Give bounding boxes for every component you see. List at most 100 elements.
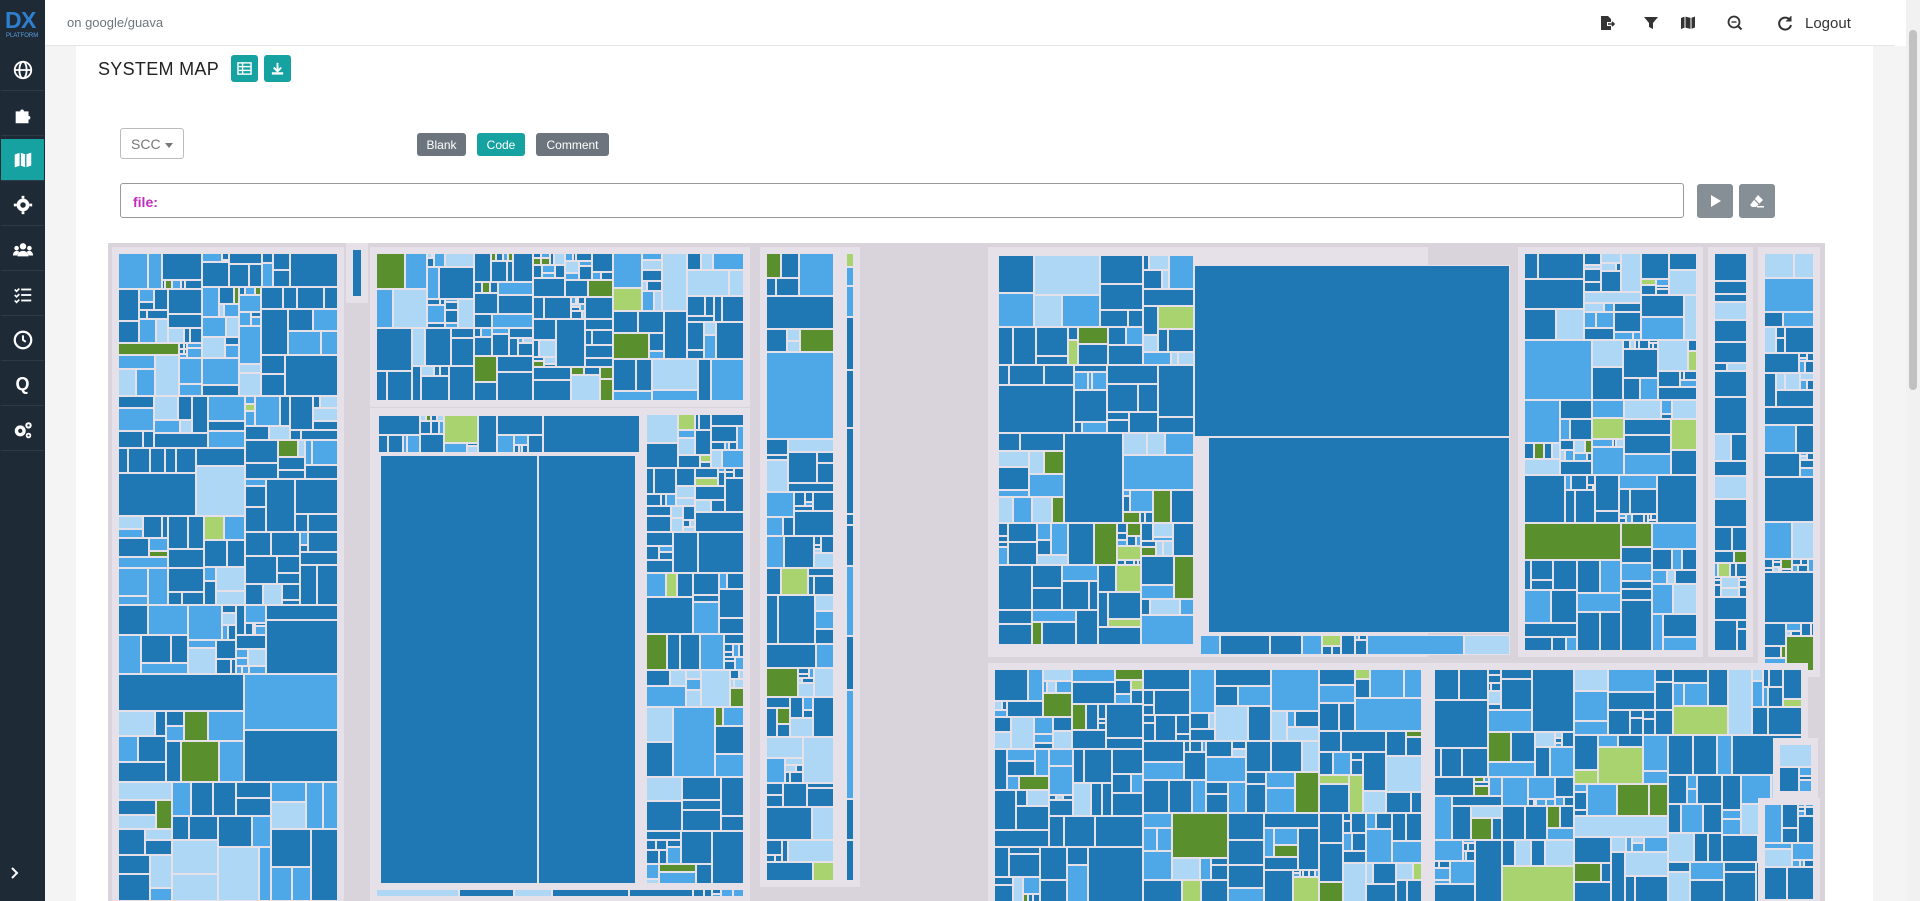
- treemap-file-cell[interactable]: [262, 253, 273, 263]
- treemap-file-cell[interactable]: [1211, 858, 1228, 865]
- treemap-file-cell[interactable]: [528, 435, 543, 453]
- sidebar-item-puzzle[interactable]: [1, 94, 44, 136]
- treemap-file-cell[interactable]: [638, 311, 664, 333]
- treemap-file-cell[interactable]: [282, 584, 300, 600]
- treemap-file-cell[interactable]: [118, 782, 172, 800]
- treemap-file-cell[interactable]: [1721, 577, 1739, 588]
- treemap-file-cell[interactable]: [118, 874, 150, 901]
- treemap-file-cell[interactable]: [1475, 840, 1502, 901]
- treemap-file-cell[interactable]: [1652, 549, 1672, 570]
- treemap-file-cell[interactable]: [118, 289, 139, 321]
- treemap-file-cell[interactable]: [646, 840, 656, 850]
- treemap-file-cell[interactable]: [814, 553, 834, 568]
- sidebar-item-map[interactable]: [1, 139, 44, 181]
- treemap-file-cell[interactable]: [222, 613, 236, 625]
- treemap-file-cell[interactable]: [1655, 669, 1673, 682]
- treemap-file-cell[interactable]: [1598, 747, 1643, 784]
- treemap-file-cell[interactable]: [1108, 592, 1141, 619]
- treemap-file-cell[interactable]: [1319, 784, 1349, 813]
- treemap-file-cell[interactable]: [1619, 475, 1657, 489]
- treemap-file-cell[interactable]: [224, 304, 239, 317]
- treemap-file-cell[interactable]: [1668, 872, 1690, 901]
- treemap-file-cell[interactable]: [1396, 863, 1413, 880]
- treemap-file-cell[interactable]: [613, 359, 636, 391]
- treemap-file-cell[interactable]: [1322, 646, 1332, 655]
- treemap-file-cell[interactable]: [735, 657, 744, 670]
- treemap-file-cell[interactable]: [1785, 327, 1814, 353]
- treemap-file-cell[interactable]: [1319, 669, 1355, 685]
- treemap-file-cell[interactable]: [1351, 813, 1366, 833]
- treemap-file-cell[interactable]: [766, 253, 781, 278]
- treemap-file-cell[interactable]: [249, 264, 262, 287]
- treemap-file-cell[interactable]: [1776, 390, 1814, 407]
- treemap-file-cell[interactable]: [1811, 623, 1814, 636]
- treemap-file-cell[interactable]: [1547, 828, 1574, 840]
- treemap-file-cell[interactable]: [1722, 835, 1758, 862]
- treemap-file-cell[interactable]: [1577, 560, 1600, 593]
- treemap-file-cell[interactable]: [1652, 584, 1673, 614]
- treemap-file-cell[interactable]: [1074, 365, 1107, 372]
- treemap-file-cell[interactable]: [273, 270, 290, 287]
- treemap-file-cell[interactable]: [420, 434, 444, 453]
- treemap-file-cell[interactable]: [1562, 732, 1574, 747]
- treemap-file-cell[interactable]: [1524, 590, 1551, 623]
- treemap-file-cell[interactable]: [1145, 512, 1153, 523]
- treemap-file-cell[interactable]: [817, 463, 834, 483]
- treemap-file-cell[interactable]: [800, 329, 834, 352]
- treemap-file-cell[interactable]: [376, 289, 393, 328]
- treemap-file-cell[interactable]: [1663, 637, 1697, 651]
- treemap-file-cell[interactable]: [458, 299, 474, 328]
- treemap-file-cell[interactable]: [1098, 565, 1116, 592]
- treemap-file-cell[interactable]: [172, 782, 191, 816]
- treemap-file-cell[interactable]: [533, 319, 556, 340]
- treemap-file-cell[interactable]: [118, 557, 168, 568]
- treemap-file-cell[interactable]: [1246, 772, 1266, 784]
- treemap-file-cell[interactable]: [1524, 459, 1560, 475]
- treemap-file-cell[interactable]: [846, 253, 854, 267]
- treemap-file-cell[interactable]: [290, 253, 338, 287]
- treemap-file-cell[interactable]: [1072, 682, 1115, 704]
- treemap-file-cell[interactable]: [1551, 590, 1577, 623]
- treemap-file-cell[interactable]: [1376, 813, 1392, 829]
- treemap-file-cell[interactable]: [1143, 270, 1162, 289]
- treemap-file-cell[interactable]: [783, 517, 794, 536]
- treemap-file-cell[interactable]: [204, 516, 224, 540]
- treemap-file-cell[interactable]: [288, 309, 313, 331]
- treemap-file-cell[interactable]: [734, 679, 744, 688]
- treemap-file-cell[interactable]: [1764, 425, 1796, 453]
- treemap-file-cell[interactable]: [629, 889, 693, 897]
- treemap-file-cell[interactable]: [1228, 813, 1264, 840]
- treemap-file-cell[interactable]: [288, 331, 321, 355]
- treemap-file-cell[interactable]: [245, 486, 266, 507]
- treemap-file-cell[interactable]: [766, 517, 783, 536]
- treemap-file-cell[interactable]: [1067, 847, 1088, 865]
- toggle-blank[interactable]: Blank: [417, 133, 466, 156]
- treemap-file-cell[interactable]: [118, 711, 155, 736]
- treemap-file-cell[interactable]: [642, 260, 662, 270]
- treemap-file-cell[interactable]: [533, 265, 542, 278]
- treemap-file-cell[interactable]: [1466, 851, 1475, 861]
- treemap-file-cell[interactable]: [311, 829, 338, 901]
- treemap-file-cell[interactable]: [1163, 541, 1173, 556]
- treemap-file-cell[interactable]: [180, 420, 192, 433]
- treemap-file-cell[interactable]: [1027, 790, 1049, 806]
- treemap-file-cell[interactable]: [514, 435, 528, 445]
- treemap-file-cell[interactable]: [1600, 560, 1621, 593]
- treemap-file-cell[interactable]: [695, 500, 711, 512]
- treemap-file-cell[interactable]: [1343, 863, 1366, 901]
- treemap-file-cell[interactable]: [646, 573, 666, 597]
- treemap-file-cell[interactable]: [1107, 412, 1129, 420]
- treemap-file-cell[interactable]: [821, 536, 834, 553]
- treemap-file-cell[interactable]: [1143, 289, 1194, 306]
- treemap-file-cell[interactable]: [1547, 806, 1560, 828]
- treemap-file-cell[interactable]: [1690, 880, 1724, 901]
- treemap-file-cell[interactable]: [1333, 752, 1351, 775]
- treemap-file-cell[interactable]: [1072, 730, 1106, 749]
- treemap-file-cell[interactable]: [168, 314, 202, 328]
- treemap-file-cell[interactable]: [1661, 400, 1672, 414]
- treemap-file-cell[interactable]: [646, 777, 682, 801]
- treemap-file-cell[interactable]: [208, 396, 245, 421]
- treemap-file-cell[interactable]: [799, 253, 834, 296]
- treemap-file-cell[interactable]: [1131, 690, 1143, 704]
- treemap-file-cell[interactable]: [1783, 669, 1802, 699]
